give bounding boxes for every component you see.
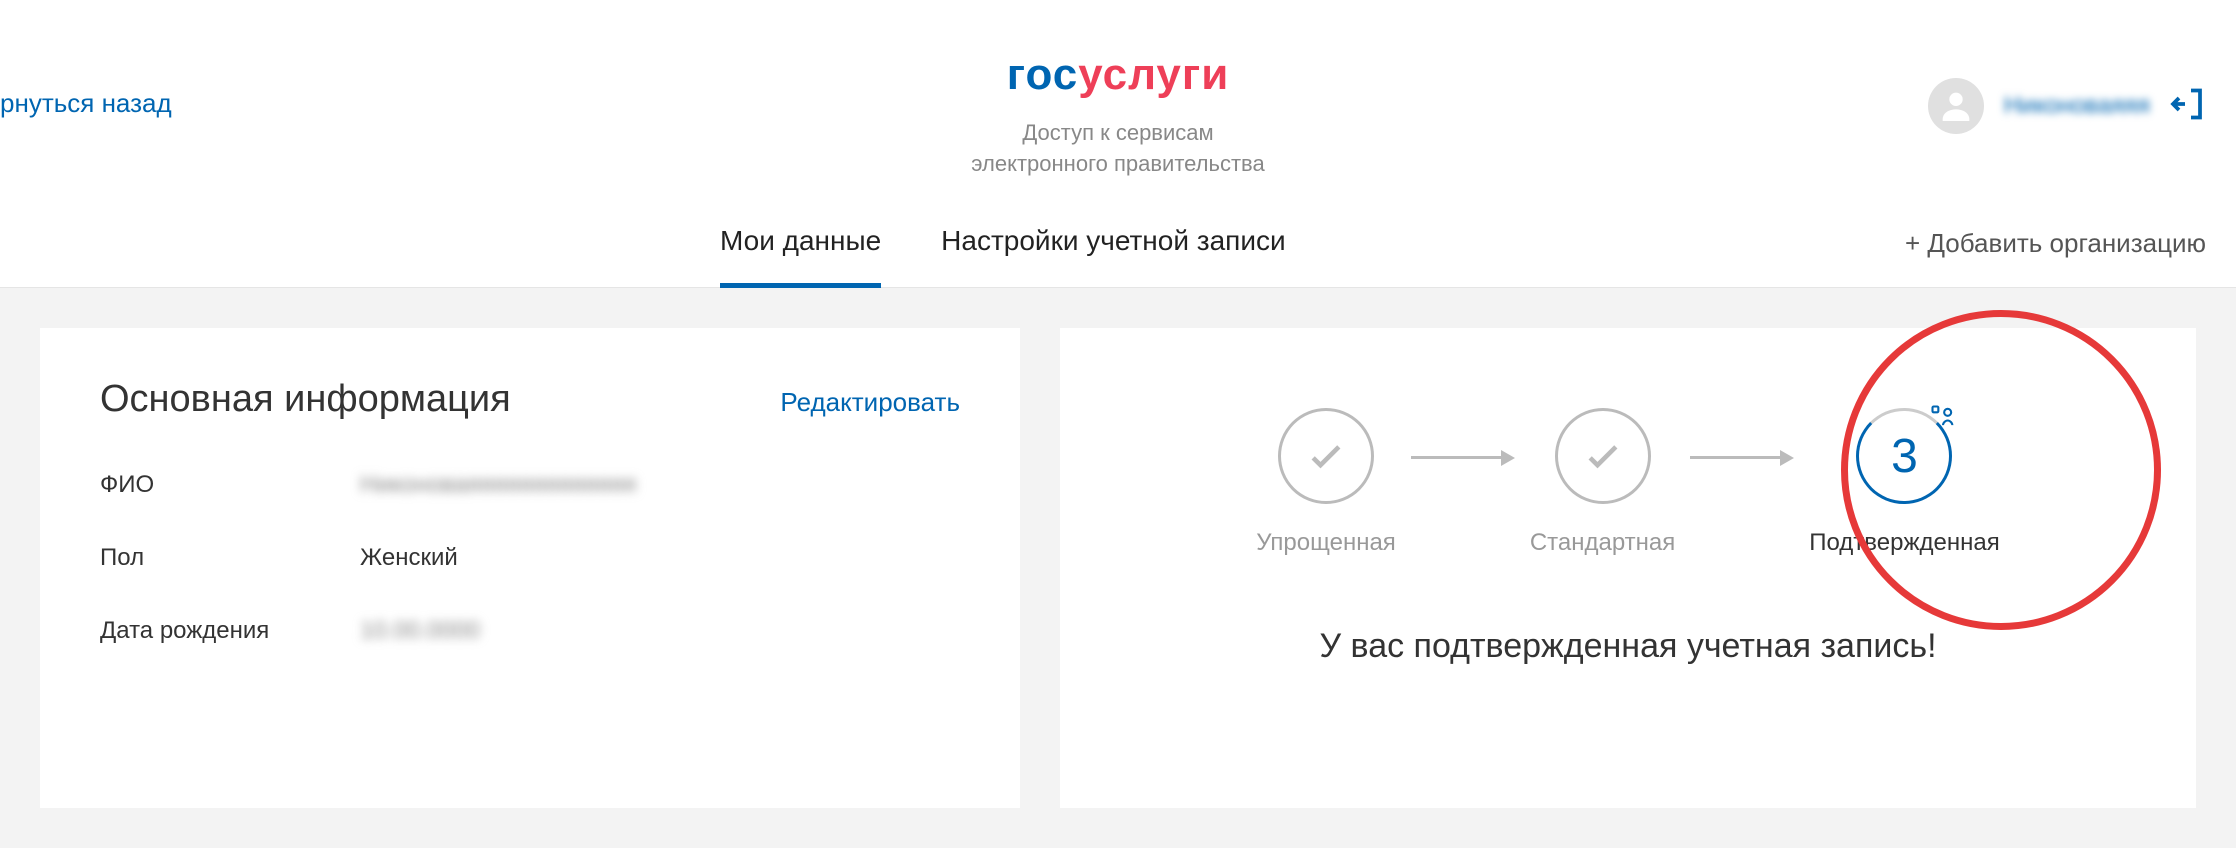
fio-label: ФИО	[100, 471, 360, 499]
step-connector-2	[1690, 450, 1794, 466]
step-confirmed: 3 Подтвержденная	[1809, 408, 2000, 557]
tagline: Доступ к сервисам электронного правитель…	[0, 118, 2236, 180]
step-simplified: Упрощенная	[1256, 408, 1396, 557]
fio-value: Никоноваяяяяяяяяяяяяя	[360, 471, 636, 499]
person-badge-icon	[1929, 403, 1957, 431]
check-icon	[1581, 434, 1625, 478]
gender-label: Пол	[100, 544, 360, 572]
back-link[interactable]: рнуться назад	[0, 88, 172, 119]
edit-link[interactable]: Редактировать	[780, 387, 960, 418]
header-bar: рнуться назад госуслуги Доступ к сервиса…	[0, 0, 2236, 200]
main-info-title: Основная информация	[100, 378, 511, 421]
tabs-center: Мои данные Настройки учетной записи	[720, 200, 1286, 287]
step-connector-1	[1411, 450, 1515, 466]
card-header: Основная информация Редактировать	[100, 378, 960, 421]
info-row-gender: Пол Женский	[100, 544, 960, 572]
step-number-3: 3	[1891, 429, 1918, 484]
account-status-card: Упрощенная Стандартная 3	[1060, 328, 2196, 808]
gender-value: Женский	[360, 544, 458, 572]
step-circle-3: 3	[1856, 408, 1952, 504]
main-info-card: Основная информация Редактировать ФИО Ни…	[40, 328, 1020, 808]
tab-account-settings[interactable]: Настройки учетной записи	[941, 200, 1285, 287]
confirmed-message: У вас подтвержденная учетная запись!	[1120, 627, 2136, 666]
tagline-line2: электронного правительства	[0, 149, 2236, 180]
dob-label: Дата рождения	[100, 617, 360, 645]
connector-line	[1411, 456, 1501, 459]
content-area: Основная информация Редактировать ФИО Ни…	[0, 288, 2236, 848]
arrow-icon	[1780, 450, 1794, 466]
info-row-fio: ФИО Никоноваяяяяяяяяяяяяя	[100, 471, 960, 499]
arrow-icon	[1501, 450, 1515, 466]
tab-my-data[interactable]: Мои данные	[720, 200, 881, 287]
step-circle-2	[1555, 408, 1651, 504]
logo-block: госуслуги Доступ к сервисам электронного…	[0, 50, 2236, 180]
avatar[interactable]	[1928, 78, 1984, 134]
logo-part-uslugi: услуги	[1078, 50, 1229, 99]
steps-row: Упрощенная Стандартная 3	[1120, 408, 2136, 557]
tabs-row: Мои данные Настройки учетной записи + До…	[0, 200, 2236, 288]
step-circle-1	[1278, 408, 1374, 504]
logo-part-gos: гос	[1007, 50, 1079, 99]
username-label[interactable]: Никоноваяяя	[2004, 92, 2150, 120]
step-label-3: Подтвержденная	[1809, 529, 2000, 557]
info-row-dob: Дата рождения 10.00.0000	[100, 617, 960, 645]
connector-line	[1690, 456, 1780, 459]
user-block: Никоноваяяя	[1928, 78, 2206, 134]
step-label-2: Стандартная	[1530, 529, 1675, 557]
check-icon	[1304, 434, 1348, 478]
avatar-icon	[1936, 86, 1976, 126]
tagline-line1: Доступ к сервисам	[0, 118, 2236, 149]
site-logo[interactable]: госуслуги	[0, 50, 2236, 100]
logout-icon[interactable]	[2170, 86, 2206, 127]
dob-value: 10.00.0000	[360, 617, 480, 645]
step-standard: Стандартная	[1530, 408, 1675, 557]
add-organization-link[interactable]: + Добавить организацию	[1905, 228, 2206, 259]
step-label-1: Упрощенная	[1256, 529, 1396, 557]
